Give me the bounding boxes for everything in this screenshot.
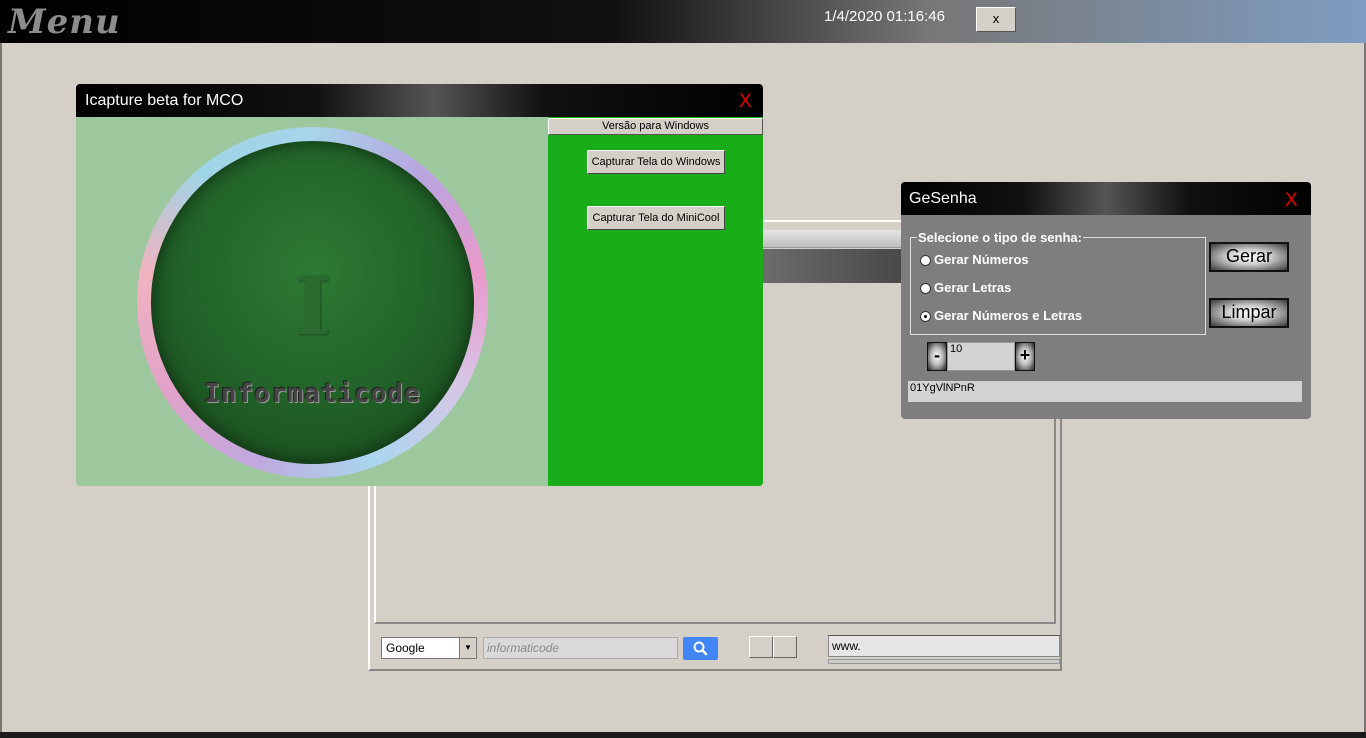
generate-button[interactable]: Gerar	[1209, 242, 1289, 272]
close-menu-button[interactable]: x	[976, 7, 1016, 32]
gesenha-close-button[interactable]: X	[1285, 190, 1298, 212]
icapture-close-button[interactable]: X	[739, 91, 752, 113]
logo-brand-text: Informaticode	[204, 379, 421, 409]
search-button[interactable]	[683, 637, 718, 660]
increment-button[interactable]: +	[1015, 342, 1035, 371]
gesenha-title-bar[interactable]: GeSenha X	[901, 182, 1311, 215]
informaticode-logo: I Informaticode	[151, 141, 474, 464]
radio-label: Gerar Números	[934, 252, 1029, 267]
chevron-down-icon[interactable]: ▼	[459, 638, 476, 658]
tab-windows-version[interactable]: Versão para Windows	[548, 118, 763, 135]
url-progress-bar	[828, 659, 1060, 664]
search-input[interactable]: informaticode	[483, 637, 678, 659]
radio-button[interactable]	[920, 255, 931, 266]
icapture-logo-panel: I Informaticode	[76, 117, 548, 486]
search-engine-value: Google	[386, 641, 425, 655]
password-output[interactable]: 01YgVlNPnR	[908, 381, 1302, 402]
search-engine-select[interactable]: Google ▼	[381, 637, 477, 659]
capture-minicool-button[interactable]: Capturar Tela do MiniCool	[587, 206, 725, 230]
radio-button[interactable]	[920, 283, 931, 294]
capture-windows-button[interactable]: Capturar Tela do Windows	[587, 150, 725, 174]
bottom-bar	[0, 732, 1366, 738]
radio-label: Gerar Números e Letras	[934, 308, 1083, 323]
decrement-button[interactable]: -	[927, 342, 947, 371]
radio-button-selected[interactable]	[920, 311, 931, 322]
back-button[interactable]	[749, 636, 773, 658]
datetime-display: 1/4/2020 01:16:46	[824, 8, 945, 25]
icapture-title: Icapture beta for MCO	[85, 92, 244, 109]
logo-letter: I	[293, 259, 332, 353]
password-type-group: Selecione o tipo de senha: Gerar Números…	[910, 230, 1206, 335]
icapture-window: Icapture beta for MCO X I Informaticode …	[76, 84, 763, 486]
icapture-actions-panel: Versão para Windows Capturar Tela do Win…	[548, 117, 763, 486]
forward-button[interactable]	[773, 636, 797, 658]
icapture-title-bar[interactable]: Icapture beta for MCO X	[76, 84, 763, 117]
top-bar: Menu 1/4/2020 01:16:46 x	[0, 0, 1366, 43]
menu-title[interactable]: Menu	[8, 2, 121, 42]
radio-label: Gerar Letras	[934, 280, 1012, 295]
clear-button[interactable]: Limpar	[1209, 298, 1289, 328]
gesenha-title: GeSenha	[909, 190, 977, 207]
password-type-legend: Selecione o tipo de senha:	[917, 230, 1083, 245]
search-icon	[693, 641, 708, 656]
left-edge	[0, 43, 2, 732]
length-input[interactable]: 10	[947, 342, 1015, 371]
gesenha-window: GeSenha X Selecione o tipo de senha: Ger…	[901, 182, 1311, 419]
url-field[interactable]: www.	[828, 635, 1060, 657]
browser-toolbar: Google ▼ informaticode www.	[372, 626, 1060, 666]
